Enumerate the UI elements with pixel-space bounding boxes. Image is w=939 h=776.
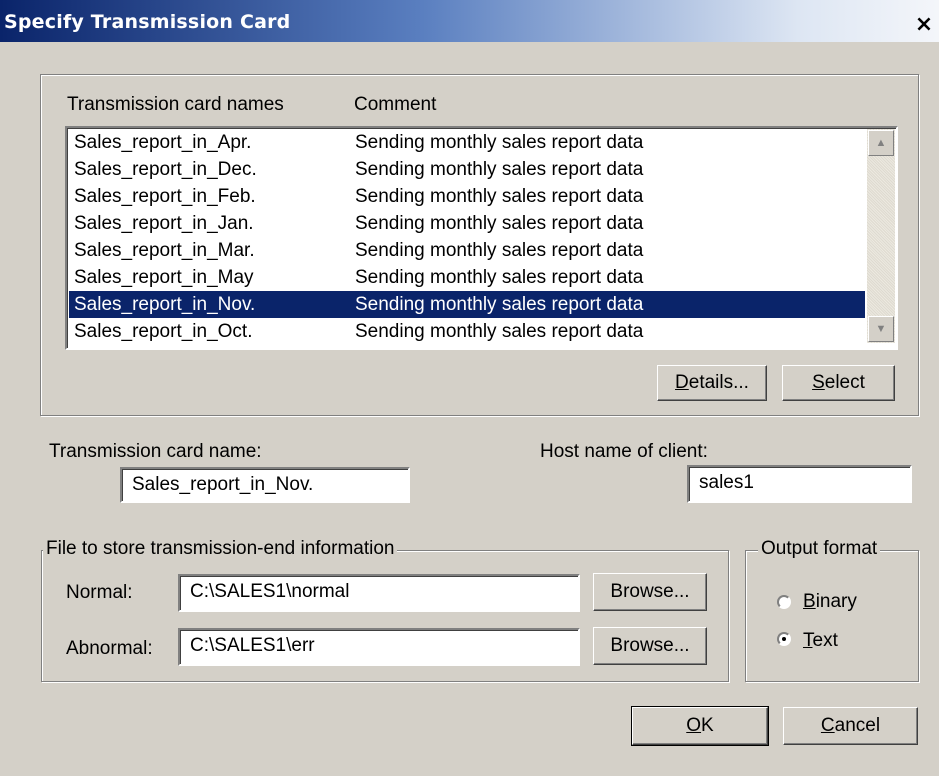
card-name-label: Transmission card name: — [49, 441, 262, 462]
list-item[interactable]: Sales_report_in_Dec. Sending monthly sale… — [69, 156, 865, 183]
close-icon[interactable] — [913, 14, 935, 36]
scroll-down-arrow-icon[interactable]: ▼ — [868, 316, 894, 342]
list-item[interactable]: Sales_report_in_Oct. Sending monthly sale… — [69, 318, 865, 345]
list-item[interactable]: Sales_report_in_Mar. Sending monthly sale… — [69, 237, 865, 264]
list-item[interactable]: Sales_report_in_Feb. Sending monthly sale… — [69, 183, 865, 210]
output-format-title: Output format — [758, 538, 881, 560]
abnormal-label: Abnormal: — [66, 638, 153, 659]
browse-normal-button[interactable]: Browse... — [593, 573, 707, 611]
host-name-label: Host name of client: — [540, 441, 708, 462]
normal-file-field[interactable]: C:\SALES1\normal — [178, 574, 580, 612]
cancel-button[interactable]: Cancel — [783, 707, 918, 745]
text-radio[interactable] — [777, 632, 791, 646]
normal-label: Normal: — [66, 582, 133, 603]
list-item[interactable]: Sales_report_in_Apr. Sending monthly sale… — [69, 129, 865, 156]
window-title: Specify Transmission Card — [4, 11, 291, 33]
host-name-field[interactable]: sales1 — [687, 465, 912, 503]
output-format-group: Output format — [745, 538, 919, 682]
ok-button[interactable]: OK — [631, 706, 769, 746]
list-item[interactable]: Sales_report_in_Jan. Sending monthly sale… — [69, 210, 865, 237]
list-scrollbar[interactable]: ▲ ▼ — [867, 129, 895, 343]
transmission-card-list[interactable]: Sales_report_in_Apr. Sending monthly sale… — [65, 126, 898, 350]
browse-abnormal-button[interactable]: Browse... — [593, 627, 707, 665]
file-store-group-title: File to store transmission-end informati… — [43, 538, 398, 560]
select-button[interactable]: Select — [782, 365, 895, 401]
column-header-comment: Comment — [354, 94, 437, 115]
list-item-selected[interactable]: Sales_report_in_Nov. Sending monthly sale… — [69, 291, 865, 318]
abnormal-file-field[interactable]: C:\SALES1\err — [178, 628, 580, 666]
column-header-names: Transmission card names — [67, 94, 284, 115]
specify-transmission-card-dialog: Specify Transmission Card Transmission c… — [0, 0, 939, 776]
title-bar: Specify Transmission Card — [0, 0, 939, 42]
binary-label[interactable]: Binary — [803, 591, 857, 613]
list-item[interactable]: Sales_report_in_May Sending monthly sales… — [69, 264, 865, 291]
card-name-field[interactable]: Sales_report_in_Nov. — [120, 467, 410, 503]
text-label[interactable]: Text — [803, 630, 838, 652]
scroll-up-arrow-icon[interactable]: ▲ — [868, 130, 894, 156]
details-button[interactable]: Details... — [657, 365, 767, 401]
binary-radio[interactable] — [777, 595, 791, 609]
